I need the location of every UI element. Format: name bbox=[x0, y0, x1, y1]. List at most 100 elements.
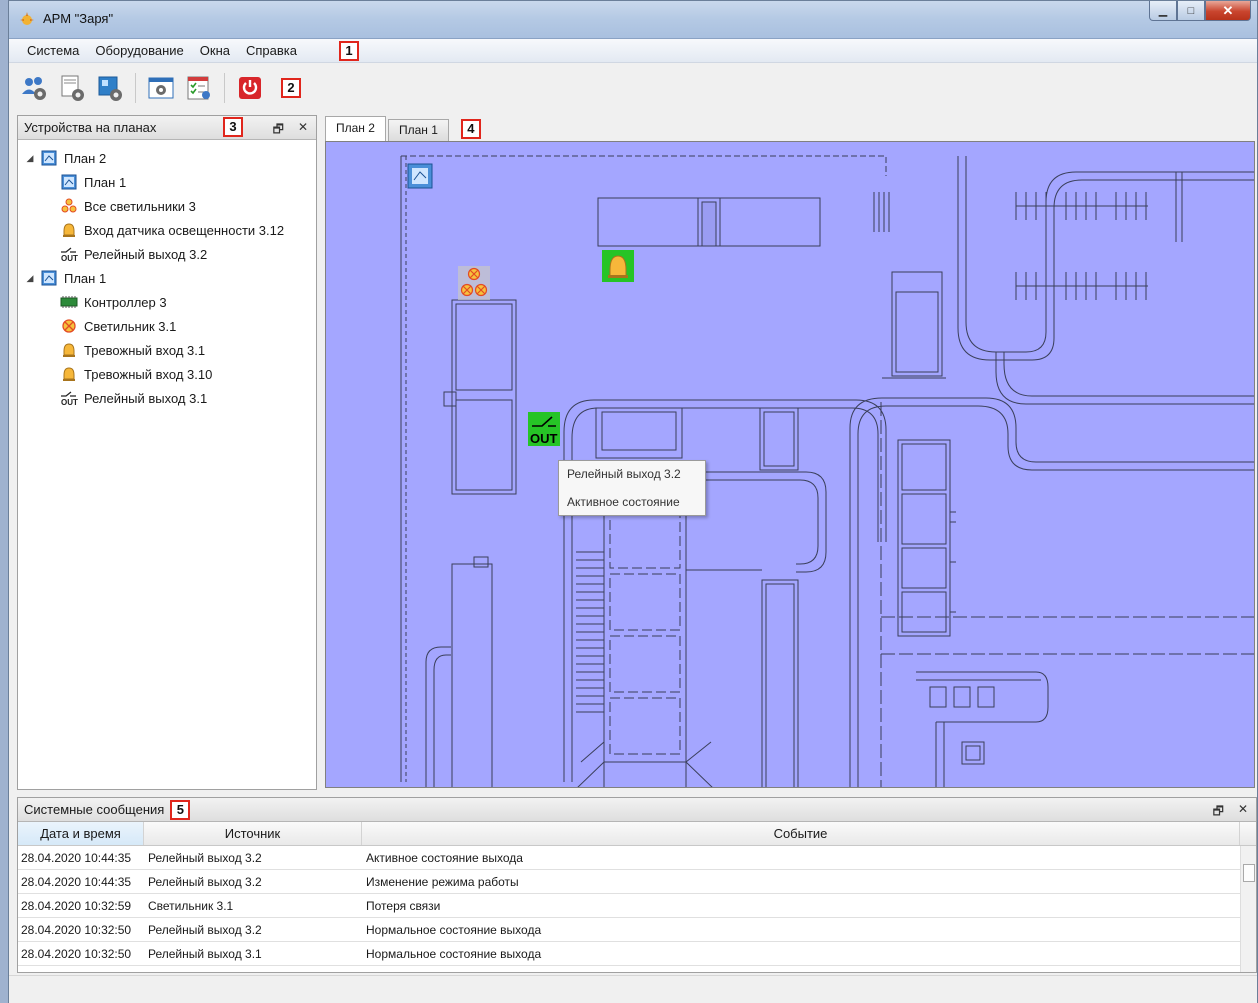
users-settings-button[interactable] bbox=[17, 71, 51, 105]
tooltip-title: Релейный выход 3.2 bbox=[567, 467, 681, 481]
table-row[interactable]: 28.04.2020 10:32:50 Релейный выход 3.2 Нор… bbox=[18, 918, 1256, 942]
maximize-button[interactable]: □ bbox=[1177, 1, 1205, 21]
tree-item[interactable]: Контроллер 3 bbox=[18, 290, 316, 314]
messages-panel-title: Системные сообщения bbox=[24, 802, 165, 817]
tree-item[interactable]: Тревожный вход 3.10 bbox=[18, 362, 316, 386]
tree-item[interactable]: Все светильники 3 bbox=[18, 194, 316, 218]
tree-item[interactable]: Светильник 3.1 bbox=[18, 314, 316, 338]
plan-icon bbox=[60, 174, 78, 190]
lamp-icon bbox=[60, 318, 78, 334]
float-panel-icon[interactable]: 🗗 bbox=[273, 120, 284, 141]
cell-event: Изменение режима работы bbox=[366, 874, 519, 889]
bell-icon bbox=[60, 222, 78, 238]
scrollbar-thumb[interactable] bbox=[1243, 864, 1255, 882]
column-header-source[interactable]: Источник bbox=[144, 822, 362, 845]
cell-source: Релейный выход 3.1 bbox=[148, 946, 262, 961]
devices-panel-header: Устройства на планах 3 🗗 ✕ bbox=[18, 116, 316, 140]
cell-datetime: 28.04.2020 10:32:50 bbox=[21, 922, 132, 937]
vertical-scrollbar[interactable] bbox=[1240, 846, 1256, 972]
column-header-datetime[interactable]: Дата и время bbox=[18, 822, 144, 845]
table-row[interactable]: 28.04.2020 10:44:35 Релейный выход 3.2 Изм… bbox=[18, 870, 1256, 894]
menu-windows[interactable]: Окна bbox=[192, 43, 238, 58]
tree-item-label: Релейный выход 3.2 bbox=[84, 246, 208, 262]
schedule-icon bbox=[187, 76, 210, 100]
plan-tabs: План 2 План 1 4 bbox=[321, 115, 1257, 141]
tree-item[interactable]: OUT Релейный выход 3.2 bbox=[18, 242, 316, 266]
tree-item[interactable]: Тревожный вход 3.1 bbox=[18, 338, 316, 362]
tree-item-label: Вход датчика освещенности 3.12 bbox=[84, 222, 285, 238]
marker-1: 1 bbox=[339, 40, 359, 61]
close-panel-icon[interactable]: ✕ bbox=[1238, 802, 1248, 823]
float-panel-icon[interactable]: 🗗 bbox=[1213, 802, 1224, 823]
tree-item-label: Тревожный вход 3.10 bbox=[84, 366, 213, 382]
plan-icon bbox=[40, 270, 58, 286]
menu-equipment[interactable]: Оборудование bbox=[87, 43, 191, 58]
app-icon bbox=[20, 12, 34, 25]
tree-item-label: Все светильники 3 bbox=[84, 198, 196, 214]
toolbar: 2 bbox=[9, 63, 1257, 113]
column-header-event[interactable]: Событие bbox=[362, 822, 1240, 845]
plan-icon bbox=[40, 150, 58, 166]
expand-arrow-icon[interactable]: ◢ bbox=[24, 273, 36, 284]
light-sensor-bell-icon bbox=[602, 250, 634, 282]
marker-5: 5 bbox=[170, 799, 191, 820]
minimize-button[interactable]: ▁ bbox=[1149, 1, 1177, 21]
marker-4: 4 bbox=[460, 119, 481, 139]
bell-icon bbox=[60, 366, 78, 382]
tree-item-label: Контроллер 3 bbox=[84, 294, 167, 310]
cell-event: Потеря связи bbox=[366, 898, 441, 913]
marker-2: 2 bbox=[281, 78, 301, 98]
tree-item[interactable]: ◢ План 1 bbox=[18, 266, 316, 290]
plan-settings-button[interactable] bbox=[93, 71, 127, 105]
lamp-group-plan-icon bbox=[458, 266, 490, 300]
tree-item[interactable]: ◢ План 2 bbox=[18, 146, 316, 170]
tab-plan-2[interactable]: План 2 bbox=[325, 116, 386, 141]
menu-system[interactable]: Система bbox=[19, 43, 87, 58]
close-panel-icon[interactable]: ✕ bbox=[298, 120, 308, 141]
cell-source: Светильник 3.1 bbox=[148, 898, 234, 913]
toolbar-separator bbox=[224, 73, 225, 103]
cell-datetime: 28.04.2020 10:32:59 bbox=[21, 898, 132, 913]
window-controls: ▁ □ ✕ bbox=[1149, 1, 1251, 21]
svg-text:OUT: OUT bbox=[61, 398, 78, 406]
table-row[interactable]: 28.04.2020 10:44:35 Релейный выход 3.2 Акт… bbox=[18, 846, 1256, 870]
server-settings-icon bbox=[61, 75, 84, 101]
window-title: АРМ "Заря" bbox=[43, 11, 114, 26]
cell-source: Релейный выход 3.2 bbox=[148, 850, 262, 865]
power-icon bbox=[239, 77, 261, 99]
expand-arrow-icon[interactable]: ◢ bbox=[24, 153, 36, 164]
tree-item[interactable]: Вход датчика освещенности 3.12 bbox=[18, 218, 316, 242]
tree-item-label: Тревожный вход 3.1 bbox=[84, 342, 206, 358]
tree-item-label: Светильник 3.1 bbox=[84, 318, 177, 334]
cell-datetime: 28.04.2020 10:44:35 bbox=[21, 850, 132, 865]
cell-datetime: 28.04.2020 10:32:50 bbox=[21, 946, 132, 961]
exit-button[interactable] bbox=[233, 71, 267, 105]
close-button[interactable]: ✕ bbox=[1205, 1, 1251, 21]
tab-plan-1[interactable]: План 1 bbox=[387, 119, 449, 141]
tree-item[interactable]: OUT Релейный выход 3.1 bbox=[18, 386, 316, 410]
tree-item[interactable]: План 1 bbox=[18, 170, 316, 194]
devices-panel: Устройства на планах 3 🗗 ✕ ◢ План 2 План 1… bbox=[17, 115, 317, 790]
floor-plan-drawing: OUT bbox=[400, 155, 1254, 787]
menu-bar: Система Оборудование Окна Справка 1 bbox=[9, 39, 1257, 63]
table-row[interactable]: 28.04.2020 10:32:59 Светильник 3.1 Потеря … bbox=[18, 894, 1256, 918]
plan-area: План 2 План 1 4 OUT Релейный выход 3.2 А… bbox=[321, 115, 1257, 790]
tree-item-label: План 1 bbox=[64, 270, 107, 286]
tree-item-label: План 1 bbox=[84, 174, 127, 190]
title-bar[interactable]: АРМ "Заря" ▁ □ ✕ bbox=[9, 1, 1257, 39]
controller-icon bbox=[60, 294, 78, 310]
menu-help[interactable]: Справка bbox=[238, 43, 305, 58]
window-settings-button[interactable] bbox=[144, 71, 178, 105]
tooltip-state: Активное состояние bbox=[567, 495, 680, 509]
cell-event: Активное состояние выхода bbox=[366, 850, 523, 865]
plan-link-icon bbox=[407, 163, 433, 189]
schedule-button[interactable] bbox=[182, 71, 216, 105]
devices-panel-title: Устройства на планах bbox=[24, 120, 157, 135]
server-settings-button[interactable] bbox=[55, 71, 89, 105]
cell-source: Релейный выход 3.2 bbox=[148, 874, 262, 889]
devices-tree: ◢ План 2 План 1 Все светильники 3 Вход датчи… bbox=[18, 140, 316, 410]
table-row[interactable]: 28.04.2020 10:32:50 Релейный выход 3.1 Нор… bbox=[18, 942, 1256, 966]
plan-canvas[interactable]: OUT Релейный выход 3.2 Активное состояни… bbox=[325, 141, 1255, 788]
relay-out-icon: OUT bbox=[60, 246, 78, 262]
device-tooltip: Релейный выход 3.2 Активное состояние bbox=[558, 460, 706, 516]
